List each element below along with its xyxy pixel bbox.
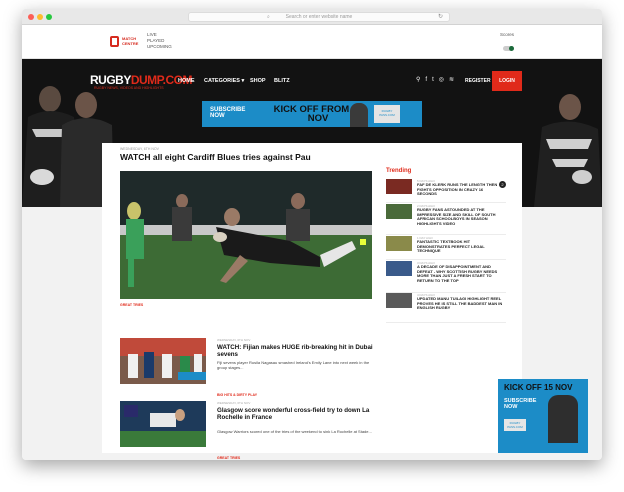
article-photo [120, 401, 206, 447]
ad-brand-logo: RUGBY PASS.COM [374, 105, 400, 123]
close-window-button[interactable] [28, 14, 34, 20]
article-tag[interactable]: BIG HITS & DIRTY PLAY [217, 393, 257, 397]
article-card[interactable]: WEDNESDAY, 6TH NOV Glasgow score wonderf… [120, 401, 380, 451]
trending-item[interactable]: 5 DAYS AGO FAF DE KLERK RUNS THE LENGTH … [386, 179, 506, 203]
nav-shop[interactable]: SHOP [250, 78, 266, 84]
facebook-icon[interactable]: f [425, 77, 427, 83]
article-summary: Glasgow Warriors scored one of the tries… [217, 429, 372, 434]
article-card[interactable]: WEDNESDAY, 6TH NOV WATCH: Fijian makes H… [120, 338, 380, 388]
site-body: RUGBYDUMP.COM RUGBY NEWS, VIDEOS AND HIG… [22, 59, 602, 460]
article-date: WEDNESDAY, 6TH NOV [217, 401, 251, 405]
article-photo [120, 338, 206, 384]
social-icons: ⚲ f t ◎ ≋ [416, 76, 459, 83]
main-story-photo [120, 171, 372, 299]
browser-chrome: ⌕ Search or enter website name ↻ [22, 9, 602, 25]
trending-thumb [386, 236, 412, 251]
address-bar[interactable]: ⌕ Search or enter website name ↻ [188, 12, 450, 22]
main-nav: RUGBYDUMP.COM RUGBY NEWS, VIDEOS AND HIG… [22, 59, 602, 101]
minimize-window-button[interactable] [37, 14, 43, 20]
address-placeholder: Search or enter website name [285, 14, 353, 20]
match-centre-logo[interactable]: MATCH CENTRE [110, 35, 142, 49]
search-icon[interactable]: ⚲ [416, 77, 420, 83]
site-logo[interactable]: RUGBYDUMP.COM RUGBY NEWS, VIDEOS AND HIG… [90, 71, 192, 91]
nav-categories[interactable]: CATEGORIES ▾ [204, 78, 244, 84]
twitter-icon[interactable]: t [432, 77, 434, 83]
logo-main: RUGBY [90, 73, 131, 87]
register-link[interactable]: REGISTER [465, 78, 491, 84]
maximize-window-button[interactable] [46, 14, 52, 20]
top-banner-ad[interactable]: SUBSCRIBE NOW KICK OFF FROM 15 NOV RUGBY… [202, 101, 422, 127]
article-thumb[interactable] [120, 401, 206, 447]
nav-home[interactable]: HOME [178, 78, 195, 84]
trending-title: A DECADE OF DISAPPOINTMENT AND DEFEAT - … [417, 264, 498, 283]
side-ad-kickoff: KICK OFF 15 NOV [504, 383, 573, 392]
browser-window: ⌕ Search or enter website name ↻ MATCH C… [22, 9, 602, 460]
article-title[interactable]: Glasgow score wonderful cross-field try … [217, 407, 377, 421]
match-centre-menu: LIVE PLAYED UPCOMING [147, 32, 172, 50]
trending-count-badge: 2 [499, 181, 506, 188]
trending-heading: Trending [386, 168, 412, 174]
trending-thumb [386, 204, 412, 219]
scores-label: Scores [500, 32, 515, 37]
content-panel: WEDNESDAY, 6TH NOV WATCH all eight Cardi… [102, 143, 588, 460]
trending-thumb [386, 179, 412, 194]
nav-blitz[interactable]: BLITZ [274, 78, 290, 84]
article-date: WEDNESDAY, 6TH NOV [217, 338, 251, 342]
instagram-icon[interactable]: ◎ [439, 77, 444, 83]
search-icon: ⌕ [267, 14, 270, 20]
main-story-tag[interactable]: GREAT TRIES [120, 303, 143, 307]
side-ad-brand: RUGBY PASS.COM [504, 419, 526, 431]
side-ad-player-image [548, 395, 578, 443]
main-story-title[interactable]: WATCH all eight Cardiff Blues tries agai… [120, 152, 311, 162]
trending-item[interactable]: 3 DAYS AGO A DECADE OF DISAPPOINTMENT AN… [386, 261, 506, 293]
reload-icon[interactable]: ↻ [438, 13, 443, 22]
trending-item[interactable]: 4 DAYS AGO UPDATED MANU TUILAGI HIGHLIGH… [386, 293, 506, 323]
trending-item[interactable]: 2 DAYS AGO RUGBY FANS ASTOUNDED AT THE I… [386, 204, 506, 235]
match-centre-bar: MATCH CENTRE LIVE PLAYED UPCOMING Scores [22, 25, 602, 59]
trending-title: FAF DE KLERK RUNS THE LENGTH THEN FIGHTS… [417, 182, 498, 197]
trending-title: RUGBY FANS ASTOUNDED AT THE IMPRESSIVE S… [417, 207, 496, 226]
toggle-knob [509, 46, 514, 51]
main-story-date: WEDNESDAY, 6TH NOV [120, 147, 159, 151]
trending-thumb [386, 261, 412, 276]
side-ad-subscribe: SUBSCRIBE NOW [504, 398, 537, 410]
logo-tagline: RUGBY NEWS, VIDEOS AND HIGHLIGHTS [94, 86, 164, 90]
rss-icon[interactable]: ≋ [449, 77, 454, 83]
article-thumb[interactable] [120, 338, 206, 384]
ad-subscribe-text: SUBSCRIBE NOW [210, 107, 246, 119]
trending-title: UPDATED MANU TUILAGI HIGHLIGHT REEL PROV… [417, 296, 503, 311]
main-story-image[interactable] [120, 171, 372, 299]
scores-toggle[interactable] [503, 46, 514, 51]
sidebar-ad[interactable]: KICK OFF 15 NOV SUBSCRIBE NOW RUGBY PASS… [498, 379, 588, 453]
ad-player-image [350, 103, 368, 127]
trending-title: FANTASTIC TEXTBOOK HIT DEMONSTRATES PERF… [417, 239, 485, 254]
login-button[interactable]: LOGIN [492, 71, 522, 91]
match-centre-line2: CENTRE [122, 41, 139, 46]
trending-item[interactable]: 1 DAY AGO FANTASTIC TEXTBOOK HIT DEMONST… [386, 236, 506, 260]
article-title[interactable]: WATCH: Fijian makes HUGE rib-breaking hi… [217, 344, 377, 358]
match-centre-icon [110, 36, 119, 47]
menu-upcoming[interactable]: UPCOMING [147, 44, 172, 50]
article-summary: Fiji sevens player Rusila Nagasau smashe… [217, 360, 370, 370]
article-tag[interactable]: GREAT TRIES [217, 456, 240, 460]
trending-thumb [386, 293, 412, 308]
